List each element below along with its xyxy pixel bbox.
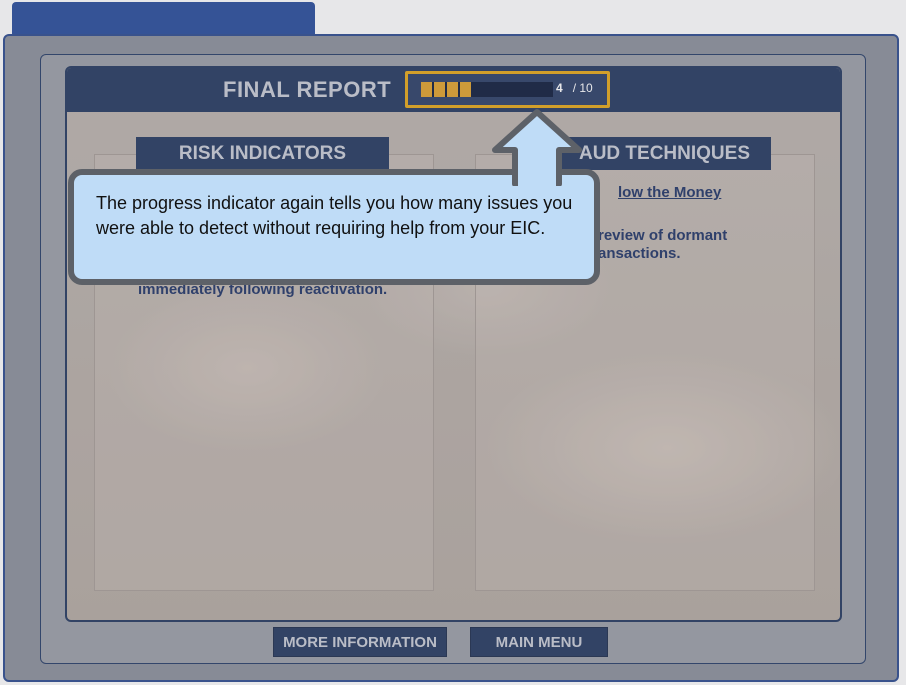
progress-segment xyxy=(447,82,458,97)
fraud-technique-text: review of dormant ansactions. xyxy=(598,227,728,262)
progress-segment xyxy=(434,82,445,97)
progress-track xyxy=(421,82,553,97)
report-title: FINAL REPORT xyxy=(223,77,392,102)
progress-segment xyxy=(460,82,471,97)
tutorial-callout: The progress indicator again tells you h… xyxy=(68,169,600,285)
follow-the-money-link[interactable]: low the Money xyxy=(618,184,721,201)
top-tab xyxy=(12,2,315,38)
progress-count: 4 / 10 xyxy=(556,81,597,95)
callout-text: The progress indicator again tells you h… xyxy=(96,193,573,238)
progress-segment xyxy=(421,82,432,97)
progress-indicator: 4 / 10 xyxy=(405,71,610,108)
main-menu-button[interactable]: MAIN MENU xyxy=(470,627,608,657)
progress-total: / 10 xyxy=(572,81,593,95)
progress-fill xyxy=(421,82,471,97)
progress-completed: 4 xyxy=(556,81,563,95)
callout-up-arrow-icon xyxy=(492,109,582,186)
more-information-button[interactable]: MORE INFORMATION xyxy=(273,627,447,657)
risk-indicators-heading: RISK INDICATORS xyxy=(136,137,389,170)
